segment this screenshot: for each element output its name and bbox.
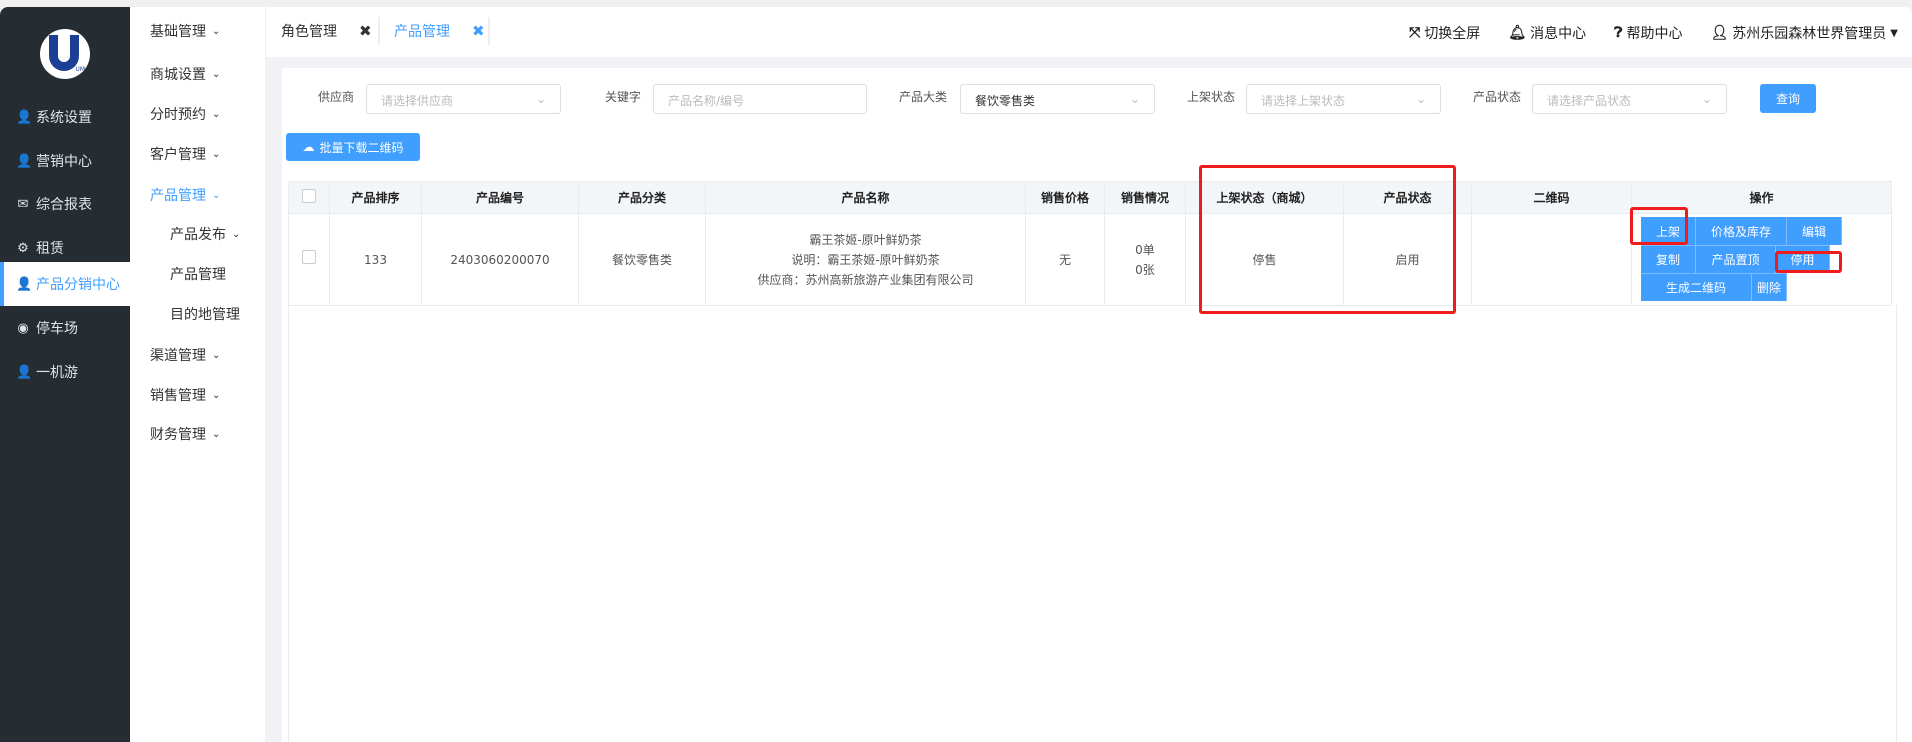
header: 角色管理 ✖ 产品管理 ✖ ⤧ 切换全屏 🔔︎ 消息中心 ❓︎ 帮助中心 👤︎ 苏州乐园森林… (266, 7, 1912, 57)
content-panel: 供应商 请选择供应商 ⌄ 关键字 产品名称/编号 产品大类 餐饮零售类 ⌄ 上架状态… (282, 68, 1912, 742)
messages-button[interactable]: 🔔︎ 消息中心 (1508, 23, 1586, 43)
help-button[interactable]: ❓︎ 帮助中心 (1614, 23, 1682, 43)
chevron-down-icon: ⌄ (232, 228, 241, 240)
highlight-status-box (1199, 165, 1456, 314)
chevron-down-icon: ⌄ (212, 389, 221, 401)
user-menu[interactable]: 👤︎ 苏州乐园森林世界管理员 ▼ (1711, 23, 1898, 43)
chevron-down-icon: ⌄ (212, 349, 221, 361)
shelf-status-label: 上架状态 (1187, 90, 1236, 104)
close-icon[interactable]: ✖ (472, 22, 485, 40)
col-sales: 销售情况 (1104, 181, 1186, 214)
sidebar-item-tour[interactable]: 👤 一机游 (0, 350, 130, 394)
submenu-channel[interactable]: 渠道管理 ⌄ (150, 345, 220, 365)
product-status-select[interactable]: 请选择产品状态 ⌄ (1532, 84, 1727, 114)
sidebar-item-marketing[interactable]: 👤 营销中心 (0, 139, 130, 183)
user-icon: 👤 (16, 153, 33, 169)
sidebar-item-parking[interactable]: ◉ 停车场 (0, 306, 130, 350)
submenu-finance[interactable]: 财务管理 ⌄ (150, 424, 220, 444)
compass-icon: ◉ (17, 320, 29, 336)
submenu-destination[interactable]: 目的地管理 (170, 304, 240, 324)
gear-icon: ⚙ (17, 240, 29, 256)
batch-download-qrcode-button[interactable]: ☁ 批量下载二维码 (286, 133, 420, 161)
submenu-sales[interactable]: 销售管理 ⌄ (150, 385, 220, 405)
delete-button[interactable]: 删除 (1752, 273, 1787, 301)
table-empty-area (288, 305, 1897, 742)
submenu-mall[interactable]: 商城设置 ⌄ (150, 64, 220, 84)
supplier-select[interactable]: 请选择供应商 ⌄ (366, 84, 561, 114)
keyword-label: 关键字 (605, 90, 642, 104)
submenu-basic[interactable]: 基础管理 ⌄ (150, 21, 220, 41)
submenu-product[interactable]: 产品管理 ⌄ (150, 185, 220, 205)
sidebar: UM 👤 系统设置 👤 营销中心 ✉ 综合报表 ⚙ 租赁 👤 产品分销中心 ◉ 停车场 👤 一… (0, 7, 130, 742)
shelf-status-select[interactable]: 请选择上架状态 ⌄ (1246, 84, 1441, 114)
close-icon[interactable]: ✖ (359, 22, 372, 40)
col-code: 产品编号 (421, 181, 579, 214)
submenu-product-manage[interactable]: 产品管理 (170, 264, 226, 284)
col-sort: 产品排序 (329, 181, 422, 214)
col-category: 产品分类 (578, 181, 706, 214)
sidebar-item-system[interactable]: 👤 系统设置 (0, 95, 130, 139)
col-qrcode: 二维码 (1471, 181, 1632, 214)
pin-top-button[interactable]: 产品置顶 (1696, 245, 1776, 273)
product-status-label: 产品状态 (1473, 90, 1522, 104)
submenu-product-publish[interactable]: 产品发布 ⌄ (170, 224, 240, 244)
bell-icon: 🔔︎ (1508, 25, 1527, 41)
keyword-input[interactable]: 产品名称/编号 (653, 84, 867, 114)
chevron-down-icon: ⌄ (212, 148, 221, 160)
tab-product[interactable]: 产品管理 ✖ (394, 21, 485, 41)
col-price: 销售价格 (1025, 181, 1105, 214)
logo: UM (40, 29, 90, 79)
qrcode-cell (1471, 213, 1632, 306)
sidebar-item-distribution[interactable]: 👤 产品分销中心 (0, 262, 130, 306)
chevron-down-icon: ⌄ (1129, 92, 1140, 106)
caret-down-icon: ▼ (1890, 27, 1898, 39)
query-button[interactable]: 查询 (1760, 84, 1816, 113)
tab-role[interactable]: 角色管理 ✖ (281, 21, 372, 41)
chevron-down-icon: ⌄ (212, 68, 221, 80)
highlight-disable-box (1775, 251, 1842, 273)
col-name: 产品名称 (705, 181, 1026, 214)
submenu: 基础管理 ⌄ 商城设置 ⌄ 分时预约 ⌄ 客户管理 ⌄ 产品管理 ⌄ 产品发布 ⌄ 产品管理… (130, 7, 265, 742)
fullscreen-button[interactable]: ⤧ 切换全屏 (1409, 23, 1480, 43)
chevron-down-icon: ⌄ (212, 25, 221, 37)
user-icon: 👤 (16, 276, 33, 292)
top-strip (0, 0, 1912, 7)
question-icon: ❓︎ (1614, 25, 1623, 41)
chevron-down-icon: ⌄ (1701, 92, 1712, 106)
copy-button[interactable]: 复制 (1641, 245, 1696, 273)
category-select[interactable]: 餐饮零售类 ⌄ (960, 84, 1155, 114)
chevron-down-icon: ⌄ (535, 92, 546, 106)
cloud-download-icon: ☁ (302, 140, 315, 154)
select-all-checkbox[interactable] (302, 189, 316, 203)
sidebar-item-reports[interactable]: ✉ 综合报表 (0, 182, 130, 226)
chevron-down-icon: ⌄ (212, 108, 221, 120)
tab-divider (378, 17, 380, 45)
user-icon: 👤︎ (1710, 25, 1729, 41)
category-label: 产品大类 (899, 90, 948, 104)
chevron-down-icon: ⌄ (212, 428, 221, 440)
chevron-down-icon: ⌄ (212, 189, 221, 201)
chevron-down-icon: ⌄ (1415, 92, 1426, 106)
user-icon: 👤 (16, 109, 33, 125)
envelope-icon: ✉ (17, 196, 29, 212)
user-icon: 👤 (16, 364, 33, 380)
tab-divider (488, 17, 490, 45)
supplier-label: 供应商 (318, 90, 355, 104)
generate-qrcode-button[interactable]: 生成二维码 (1641, 273, 1752, 301)
edit-button[interactable]: 编辑 (1787, 217, 1842, 245)
expand-icon: ⤧ (1409, 25, 1421, 41)
price-stock-button[interactable]: 价格及库存 (1696, 217, 1787, 245)
row-checkbox[interactable] (302, 249, 316, 264)
submenu-booking[interactable]: 分时预约 ⌄ (150, 104, 220, 124)
highlight-shelve-box (1630, 207, 1688, 245)
submenu-customer[interactable]: 客户管理 ⌄ (150, 144, 220, 164)
